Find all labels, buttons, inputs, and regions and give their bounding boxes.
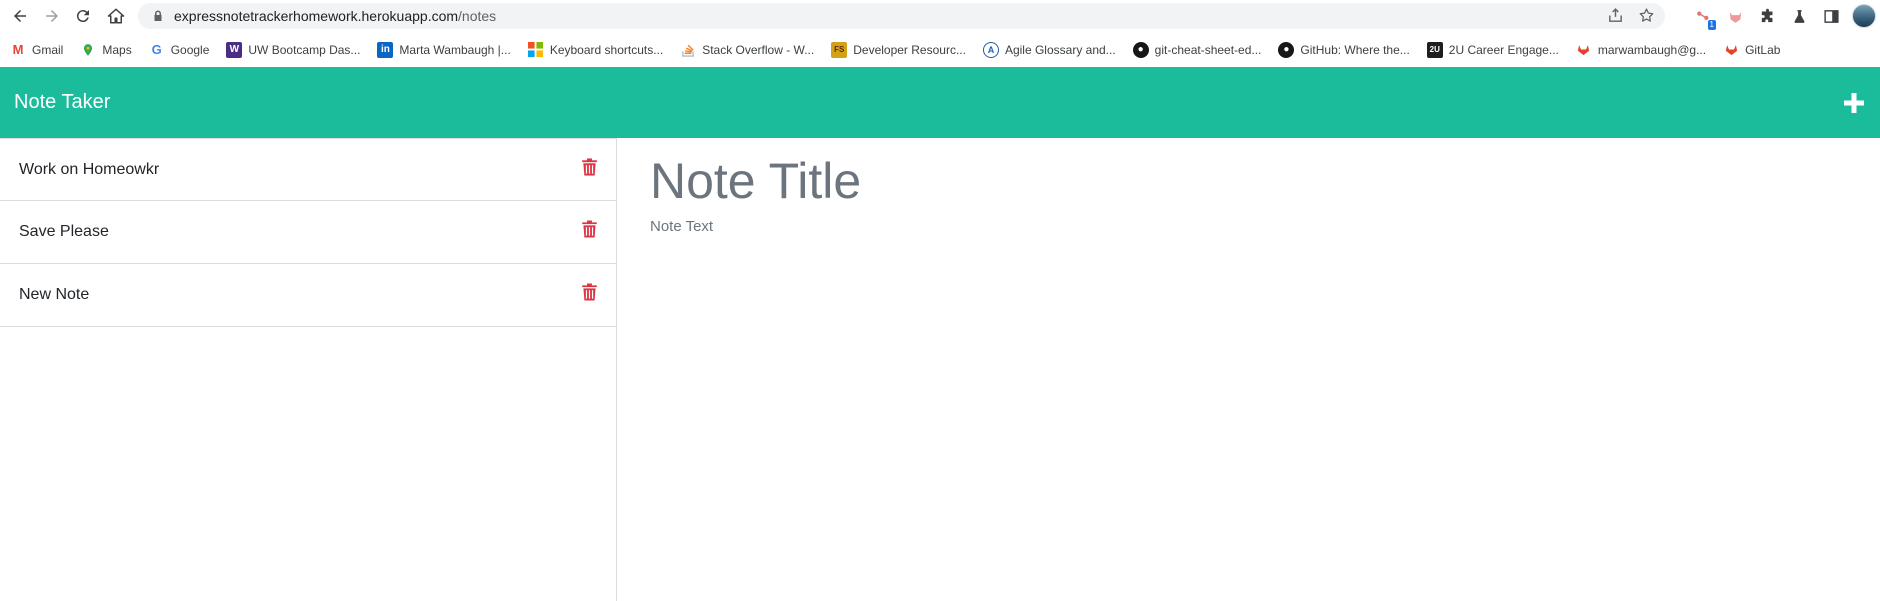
github-icon: ● [1278, 41, 1295, 58]
trash-icon[interactable] [581, 219, 598, 239]
list-item[interactable]: Save Please [0, 201, 616, 264]
flask-icon [1793, 9, 1805, 23]
app-title[interactable]: Note Taker [14, 91, 110, 114]
note-editor [618, 138, 1880, 601]
url-host: expressnotetrackerhomework.herokuapp.com [174, 8, 459, 24]
extension-badge: 1 [1707, 20, 1716, 30]
maps-pin-icon [80, 41, 97, 58]
reload-button[interactable] [68, 1, 98, 31]
bookmark-maps[interactable]: Maps [80, 41, 132, 58]
reload-icon [76, 10, 89, 23]
home-button[interactable] [101, 1, 131, 31]
note-item-title: New Note [19, 286, 90, 303]
trash-icon[interactable] [581, 157, 598, 177]
extension-gitlab-button[interactable] [1724, 5, 1746, 27]
bookmark-agile-glossary[interactable]: A Agile Glossary and... [982, 41, 1116, 58]
home-icon [107, 8, 125, 24]
gitlab-icon [1575, 41, 1592, 58]
profile-avatar[interactable] [1852, 4, 1876, 28]
list-item[interactable]: Work on Homeowkr [0, 138, 616, 201]
microsoft-icon [527, 41, 544, 58]
bookmark-stack-overflow[interactable]: Stack Overflow - W... [680, 41, 814, 58]
stackoverflow-icon [680, 41, 697, 58]
fox-extension-icon [1729, 11, 1741, 23]
forward-button[interactable] [37, 1, 67, 31]
puzzle-icon [1761, 8, 1772, 22]
note-item-title: Work on Homeowkr [19, 160, 160, 178]
extension-network-button[interactable]: 1 [1692, 5, 1716, 30]
bookmark-git-cheat-sheet[interactable]: ● git-cheat-sheet-ed... [1132, 41, 1261, 58]
note-title-input[interactable] [650, 148, 1848, 214]
agile-icon: A [982, 41, 999, 58]
bookmark-2u-career[interactable]: 2U 2U Career Engage... [1426, 41, 1559, 58]
bookmark-gitlab[interactable]: GitLab [1723, 41, 1780, 58]
url-path: /notes [458, 8, 497, 24]
address-bar[interactable]: expressnotetrackerhomework.herokuapp.com… [138, 3, 1665, 29]
list-item[interactable]: New Note [0, 264, 616, 327]
linkedin-icon: in [377, 41, 394, 58]
side-panel-icon [1823, 9, 1839, 23]
extensions-menu-button[interactable] [1756, 5, 1778, 27]
share-icon[interactable] [1607, 7, 1624, 24]
back-button[interactable] [5, 1, 35, 31]
note-text-input[interactable] [650, 218, 1848, 518]
fs-icon: FS [831, 41, 848, 58]
google-icon: G [148, 41, 165, 58]
gmail-icon: M [10, 41, 26, 58]
bookmark-developer-resources[interactable]: FS Developer Resourc... [831, 41, 966, 58]
trash-icon[interactable] [581, 282, 598, 302]
new-note-plus-icon[interactable] [1842, 91, 1866, 115]
bookmark-gmail[interactable]: M Gmail [10, 41, 63, 58]
address-bar-actions [1607, 7, 1655, 24]
bookmark-linkedin[interactable]: in Marta Wambaugh |... [377, 41, 511, 58]
bookmark-google[interactable]: G Google [148, 41, 209, 58]
bookmark-star-icon[interactable] [1638, 7, 1655, 24]
2u-icon: 2U [1426, 41, 1443, 58]
note-item-title: Save Please [19, 223, 109, 240]
bookmark-keyboard-shortcuts[interactable]: Keyboard shortcuts... [527, 41, 663, 58]
app-navbar: Note Taker [0, 67, 1880, 138]
labs-button[interactable] [1788, 5, 1810, 27]
note-list: Work on Homeowkr Save Please New Note [0, 138, 617, 601]
back-arrow-icon [14, 10, 26, 22]
extensions-area: 1 [1692, 3, 1876, 30]
bookmark-uw-bootcamp[interactable]: W UW Bootcamp Das... [226, 41, 360, 58]
uw-icon: W [226, 41, 243, 58]
side-panel-button[interactable] [1820, 5, 1842, 27]
forward-arrow-icon [46, 10, 58, 22]
browser-toolbar: expressnotetrackerhomework.herokuapp.com… [0, 0, 1880, 32]
lock-icon [154, 10, 162, 21]
bookmarks-bar: M Gmail Maps G Google W UW Bootcamp Das... … [0, 32, 1880, 67]
gitlab-icon [1723, 41, 1740, 58]
bookmark-github[interactable]: ● GitHub: Where the... [1278, 41, 1410, 58]
github-icon: ● [1132, 41, 1149, 58]
bookmark-gitlab-profile[interactable]: marwambaugh@g... [1575, 41, 1706, 58]
